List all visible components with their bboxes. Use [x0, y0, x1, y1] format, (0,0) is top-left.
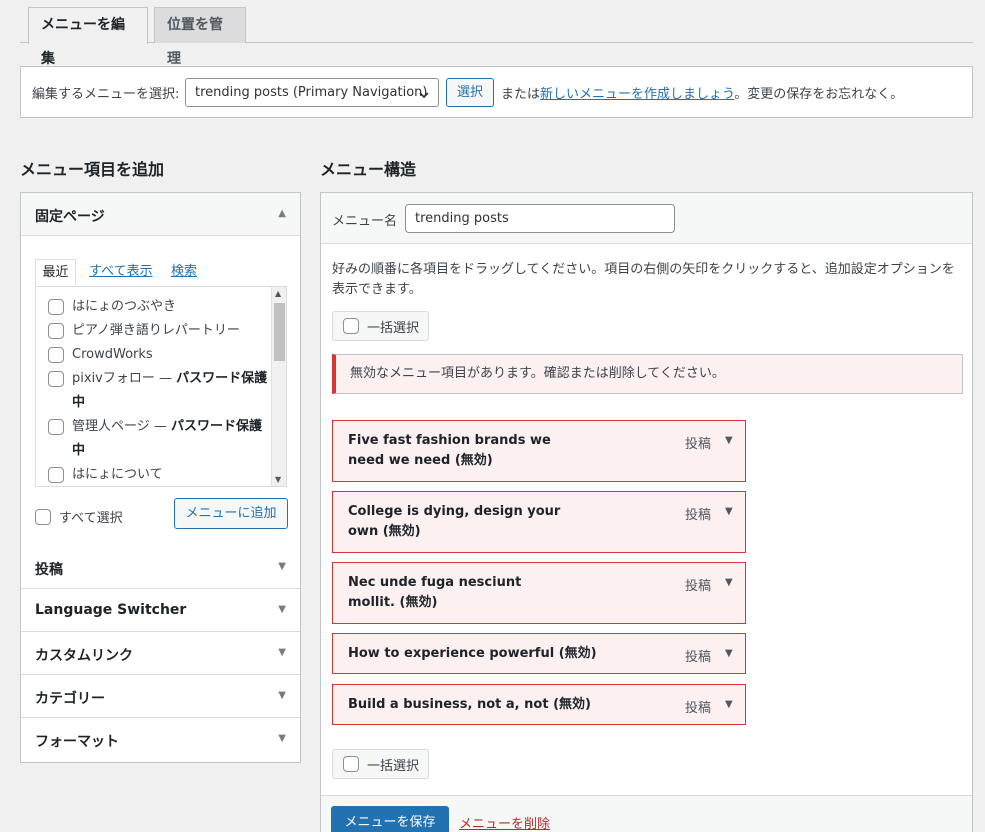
menu-item-title: Build a business, not a, not (無効) — [348, 697, 591, 712]
delete-menu-link[interactable]: メニューを削除 — [459, 813, 550, 832]
triangle-down-icon: ▼ — [278, 647, 286, 658]
menu-structure-heading: メニュー構造 — [320, 160, 417, 179]
expand-arrow-icon[interactable]: ▼ — [725, 435, 733, 446]
tab-edit-menus[interactable]: メニューを編集 — [28, 7, 148, 67]
create-new-menu-link[interactable]: 新しいメニューを作成しましょう — [540, 87, 734, 102]
menu-structure-panel: メニュー名 trending posts 好みの順番に各項目をドラッグしてくださ… — [320, 192, 973, 832]
triangle-up-icon: ▲ — [278, 208, 286, 219]
expand-arrow-icon[interactable]: ▼ — [725, 648, 733, 659]
menu-item-title: Five fast fashion brands we need we need… — [348, 433, 551, 468]
add-menu-items-accordion: 固定ページ ▲ 最近 すべて表示 検索 はにょのつぶやき ピアノ弾き語りレパート… — [20, 192, 301, 763]
choose-menu-button[interactable]: 選択 — [446, 78, 494, 107]
add-to-menu-button[interactable]: メニューに追加 — [174, 498, 288, 529]
menu-item-title: How to experience powerful (無効) — [348, 646, 597, 661]
pages-subtabs: 最近 すべて表示 検索 — [35, 259, 287, 286]
triangle-down-icon: ▼ — [278, 604, 286, 615]
list-item[interactable]: はにょのつぶやき — [48, 295, 268, 319]
menu-item-type: 投稿 — [685, 701, 712, 716]
checkbox[interactable] — [48, 323, 64, 339]
menu-item-title: Nec unde fuga nesciunt mollit. (無効) — [348, 575, 522, 610]
checkbox[interactable] — [343, 318, 359, 334]
accordion-pages-header[interactable]: 固定ページ ▲ — [21, 193, 300, 236]
menu-name-input[interactable]: trending posts — [405, 204, 675, 233]
select-all-label: すべて選択 — [59, 511, 123, 526]
triangle-down-icon: ▼ — [278, 690, 286, 701]
accordion-formats-header[interactable]: フォーマット ▼ — [21, 718, 300, 761]
list-item[interactable]: CrowdWorks — [48, 343, 268, 367]
chevron-down-icon — [418, 84, 430, 106]
invalid-items-notice: 無効なメニュー項目があります。確認または削除してください。 — [332, 354, 963, 394]
checkbox[interactable] — [48, 347, 64, 363]
menu-item-type: 投稿 — [685, 650, 712, 665]
checkbox[interactable] — [343, 756, 359, 772]
accordion-posts-header[interactable]: 投稿 ▼ — [21, 546, 300, 589]
menu-select-value: trending posts (Primary Navigation) — [195, 85, 428, 100]
menu-item-type: 投稿 — [685, 579, 712, 594]
checkbox[interactable] — [48, 371, 64, 387]
accordion-pages-title: 固定ページ — [35, 209, 105, 225]
tab-manage-locations[interactable]: 位置を管理 — [154, 7, 246, 67]
list-item[interactable]: はにょについて — [48, 463, 268, 486]
menu-select-dropdown[interactable]: trending posts (Primary Navigation) — [185, 78, 439, 107]
menu-item[interactable]: Build a business, not a, not (無効) 投稿 ▼ — [332, 684, 746, 725]
checkbox[interactable] — [35, 508, 51, 525]
list-item[interactable]: 管理人ページ — パスワード保護中 — [48, 415, 268, 463]
add-menu-items-heading: メニュー項目を追加 — [20, 160, 165, 179]
menu-item-title: College is dying, design your own (無効) — [348, 504, 561, 539]
pages-checklist[interactable]: はにょのつぶやき ピアノ弾き語りレパートリー CrowdWorks pixivフ… — [35, 286, 287, 487]
subtab-search[interactable]: 検索 — [171, 259, 197, 286]
menu-select-box: 編集するメニューを選択: trending posts (Primary Nav… — [20, 66, 973, 118]
list-item[interactable]: ピアノ弾き語りレパートリー — [48, 319, 268, 343]
triangle-down-icon: ▼ — [278, 733, 286, 744]
accordion-custom-links-header[interactable]: カスタムリンク ▼ — [21, 632, 300, 675]
menu-item[interactable]: Nec unde fuga nesciunt mollit. (無効) 投稿 ▼ — [332, 562, 746, 624]
create-menu-text: または新しいメニューを作成しましょう。変更の保存をお忘れなく。 — [501, 83, 903, 102]
save-reminder-text: 。変更の保存をお忘れなく。 — [734, 87, 904, 102]
menu-item[interactable]: How to experience powerful (無効) 投稿 ▼ — [332, 633, 746, 674]
expand-arrow-icon[interactable]: ▼ — [725, 577, 733, 588]
accordion-language-switcher-header[interactable]: Language Switcher ▼ — [21, 589, 300, 632]
menu-item[interactable]: College is dying, design your own (無効) 投… — [332, 491, 746, 553]
menu-name-header: メニュー名 trending posts — [321, 193, 972, 244]
nav-tabs: メニューを編集 位置を管理 — [20, 0, 973, 67]
subtab-view-all[interactable]: すべて表示 — [89, 259, 153, 286]
expand-arrow-icon[interactable]: ▼ — [725, 699, 733, 710]
checkbox[interactable] — [48, 419, 64, 435]
scroll-down-icon[interactable]: ▼ — [275, 475, 281, 484]
expand-arrow-icon[interactable]: ▼ — [725, 506, 733, 517]
accordion-categories-header[interactable]: カテゴリー ▼ — [21, 675, 300, 718]
menu-item[interactable]: Five fast fashion brands we need we need… — [332, 420, 746, 482]
save-menu-button[interactable]: メニューを保存 — [331, 806, 449, 832]
checklist-scrollbar[interactable]: ▲ ▼ — [271, 287, 286, 486]
subtab-recent[interactable]: 最近 — [35, 259, 76, 286]
checkbox[interactable] — [48, 467, 64, 483]
menu-item-type: 投稿 — [685, 437, 712, 452]
menu-item-type: 投稿 — [685, 508, 712, 523]
scroll-up-icon[interactable]: ▲ — [275, 289, 281, 298]
list-item[interactable]: pixivフォロー — パスワード保護中 — [48, 367, 268, 415]
triangle-down-icon: ▼ — [278, 561, 286, 572]
scrollbar-thumb[interactable] — [274, 303, 285, 361]
menu-name-label: メニュー名 — [332, 214, 398, 229]
select-all-pages[interactable]: すべて選択 — [35, 507, 123, 526]
checkbox[interactable] — [48, 299, 64, 315]
menu-select-label: 編集するメニューを選択: — [32, 87, 180, 102]
drag-instructions: 好みの順番に各項目をドラッグしてください。項目の右側の矢印をクリックすると、追加… — [332, 262, 955, 297]
bulk-select-top[interactable]: 一括選択 — [332, 311, 429, 341]
bulk-select-bottom[interactable]: 一括選択 — [332, 749, 429, 779]
or-text: または — [501, 87, 541, 102]
menu-actions-footer: メニューを保存 メニューを削除 — [321, 795, 972, 832]
